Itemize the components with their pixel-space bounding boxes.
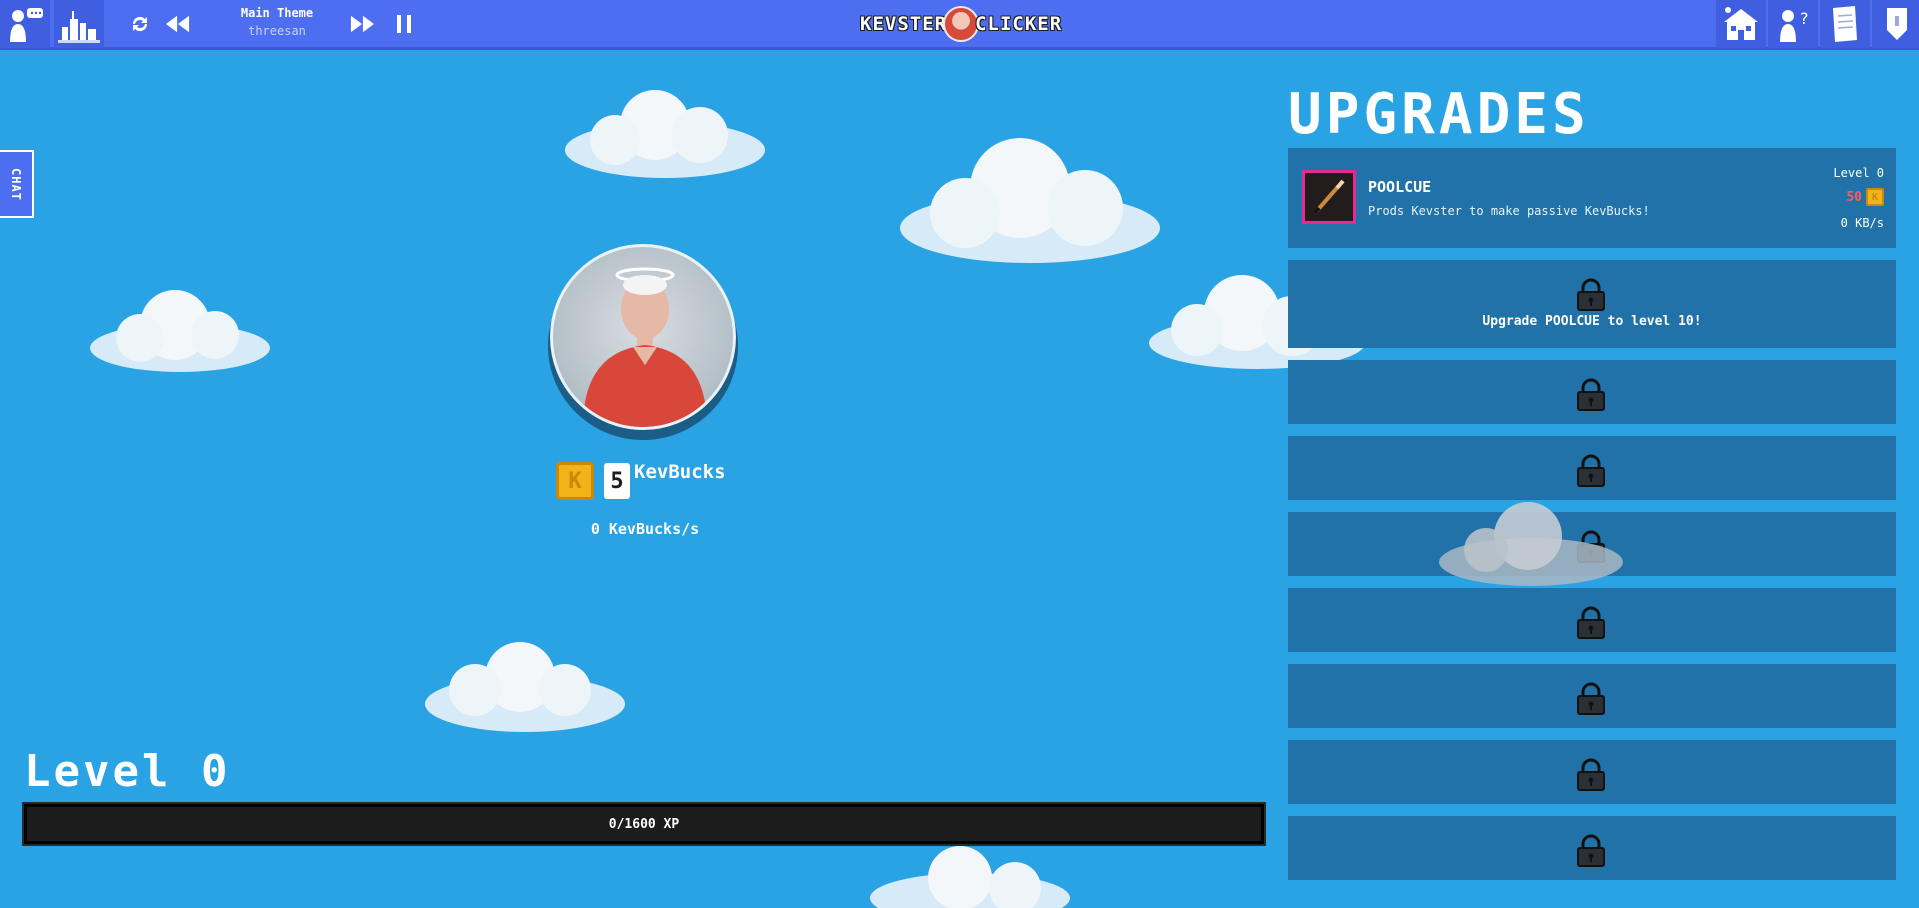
city-icon[interactable] xyxy=(54,0,104,48)
kevbuck-coin-icon: K xyxy=(556,462,594,500)
locked-upgrade-slot xyxy=(1288,816,1896,880)
kevbucks-counter: K 5 KevBucks xyxy=(556,461,726,500)
poolcue-icon xyxy=(1302,170,1356,224)
logo-left-word: KEVSTER xyxy=(860,13,948,35)
lock-icon xyxy=(1577,606,1605,639)
locked-upgrade-slot xyxy=(1288,436,1896,500)
locked-upgrade-slot xyxy=(1288,588,1896,652)
cloud-decoration xyxy=(90,290,270,372)
lock-icon xyxy=(1577,758,1605,791)
cloud-decoration xyxy=(900,138,1160,263)
fast-forward-icon[interactable] xyxy=(350,12,374,36)
logo-face-icon xyxy=(943,6,980,42)
profile-chat-icon[interactable] xyxy=(0,0,50,48)
cloud-decoration xyxy=(1439,502,1623,586)
music-title: Main Theme xyxy=(240,6,314,20)
kevster-avatar xyxy=(550,244,736,430)
rewind-icon[interactable] xyxy=(166,12,190,36)
kevbuck-coin-icon: K xyxy=(1866,188,1884,206)
home-icon[interactable] xyxy=(1716,0,1766,48)
upgrade-level: Level 0 xyxy=(1833,166,1884,180)
upgrades-title: UPGRADES xyxy=(1288,82,1590,147)
kevbucks-label: KevBucks xyxy=(634,461,726,483)
chat-tab-label: CHAT xyxy=(9,167,23,201)
lock-icon xyxy=(1577,454,1605,487)
svg-text:?: ? xyxy=(1800,9,1809,28)
upgrade-name: POOLCUE xyxy=(1368,178,1432,196)
logo-right-word: CLICKER xyxy=(975,13,1063,35)
locked-upgrade-slot xyxy=(1288,664,1896,728)
music-artist: threesan xyxy=(248,24,306,38)
lock-icon xyxy=(1577,682,1605,715)
cloud-decoration xyxy=(565,90,765,178)
locked-upgrade-slot xyxy=(1288,740,1896,804)
pause-icon[interactable] xyxy=(392,12,416,36)
locked-upgrade-slot: Upgrade POOLCUE to level 10! xyxy=(1288,260,1896,348)
kevbucks-rate: 0 KevBucks/s xyxy=(590,520,700,538)
xp-progress-bar: 0/1600 XP xyxy=(22,802,1266,846)
help-icon[interactable]: ? xyxy=(1768,0,1818,48)
upgrade-description: Prods Kevster to make passive KevBucks! xyxy=(1368,204,1650,218)
upgrade-card-poolcue[interactable]: POOLCUE Prods Kevster to make passive Ke… xyxy=(1288,148,1896,248)
kevster-click-target[interactable] xyxy=(548,244,740,440)
cloud-decoration xyxy=(870,846,1070,908)
upgrade-rate: 0 KB/s xyxy=(1840,216,1884,230)
xp-progress-text: 0/1600 XP xyxy=(608,816,680,832)
kevbucks-value: 5 xyxy=(604,463,630,499)
paper-icon[interactable] xyxy=(1820,0,1870,48)
refresh-icon[interactable] xyxy=(128,12,152,36)
lock-icon xyxy=(1577,378,1605,411)
lock-icon xyxy=(1577,834,1605,867)
top-bar: Main Theme threesan KEVSTER CLICKER ? xyxy=(0,0,1919,50)
trophy-icon[interactable] xyxy=(1872,0,1919,48)
upgrade-cost-value: 50 xyxy=(1846,189,1862,205)
lock-icon xyxy=(1577,278,1605,311)
cloud-decoration xyxy=(425,642,625,732)
level-label: Level 0 xyxy=(24,746,231,797)
game-logo: KEVSTER CLICKER xyxy=(860,4,1062,44)
chat-tab[interactable]: CHAT xyxy=(0,150,34,218)
upgrade-cost: 50 K xyxy=(1846,188,1884,206)
locked-hint: Upgrade POOLCUE to level 10! xyxy=(1482,314,1702,329)
locked-upgrade-slot xyxy=(1288,360,1896,424)
